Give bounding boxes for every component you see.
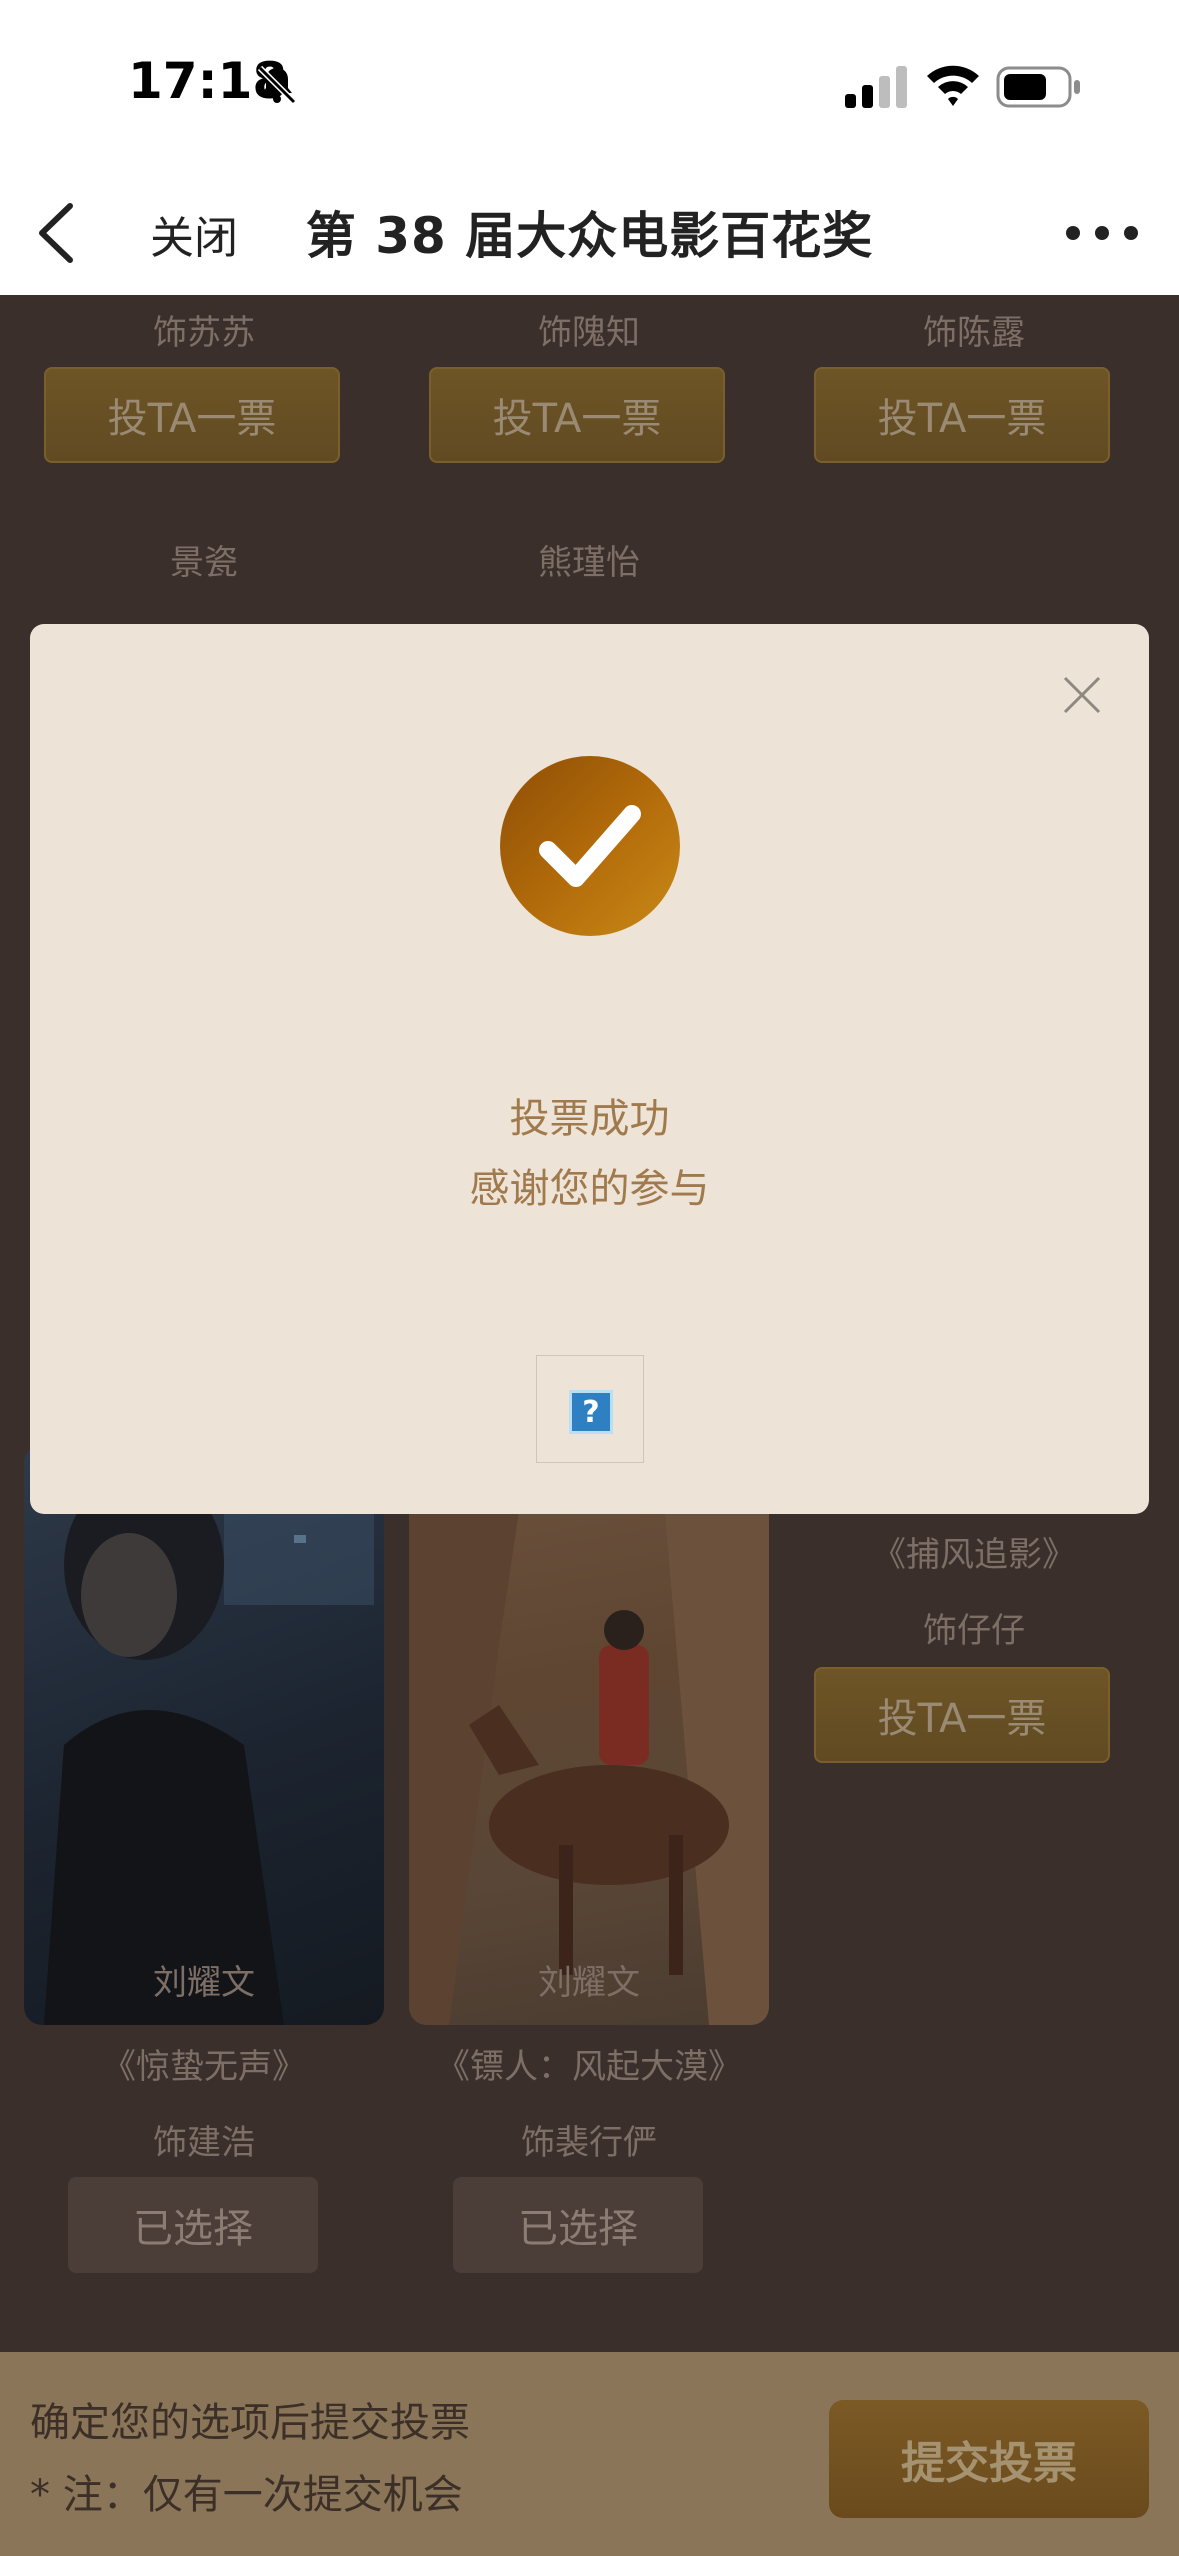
vote-button[interactable]: 投TA一票: [44, 367, 340, 463]
battery-icon: [996, 66, 1080, 108]
status-bar: 17:18: [0, 0, 1179, 170]
submit-vote-button[interactable]: 提交投票: [829, 2400, 1149, 2518]
selected-button[interactable]: 已选择: [68, 2177, 318, 2273]
candidate-name: 刘耀文: [538, 1963, 640, 2003]
broken-image-icon: ?: [536, 1355, 644, 1463]
submit-bar: 确定您的选项后提交投票 * 注：仅有一次提交机会 提交投票: [0, 2352, 1179, 2556]
candidate-role: 饰仔仔: [923, 1611, 1025, 1651]
success-title: 投票成功: [509, 1096, 670, 1142]
candidate-role: 饰陈露: [923, 313, 1025, 353]
close-icon[interactable]: [1061, 674, 1103, 716]
candidate-name: 景瓷: [170, 543, 238, 583]
more-options-icon[interactable]: [1066, 226, 1138, 242]
candidate-film: 《镖人：风起大漠》: [436, 2047, 742, 2087]
candidate-role: 饰苏苏: [153, 313, 255, 353]
candidate-photo: [409, 1445, 769, 2025]
selected-button[interactable]: 已选择: [453, 2177, 703, 2273]
vote-button[interactable]: 投TA一票: [429, 367, 725, 463]
candidate-film: 《惊蛰无声》: [102, 2047, 306, 2087]
vote-success-modal: 投票成功 感谢您的参与 ?: [30, 624, 1149, 1514]
vote-button[interactable]: 投TA一票: [814, 1667, 1110, 1763]
success-subtitle: 感谢您的参与: [469, 1166, 710, 1212]
candidate-role: 饰隗知: [538, 313, 640, 353]
bell-off-icon: [257, 65, 297, 105]
candidate-role: 饰裴行俨: [521, 2123, 657, 2163]
submit-instruction: 确定您的选项后提交投票: [30, 2400, 470, 2446]
vote-button[interactable]: 投TA一票: [814, 367, 1110, 463]
wifi-icon: [927, 65, 979, 106]
candidate-name: 刘耀文: [153, 1963, 255, 2003]
candidate-role: 饰建浩: [153, 2123, 255, 2163]
nav-bar: 关闭 第 38 届大众电影百花奖: [0, 170, 1179, 295]
candidate-name: 熊瑾怡: [538, 543, 640, 583]
page-title: 第 38 届大众电影百花奖: [305, 207, 874, 265]
candidate-film: 《捕风追影》: [872, 1535, 1076, 1575]
success-check-icon: [500, 756, 680, 936]
submit-note: * 注：仅有一次提交机会: [30, 2472, 463, 2518]
candidate-photo: [24, 1445, 384, 2025]
cellular-signal-icon: [845, 66, 907, 108]
